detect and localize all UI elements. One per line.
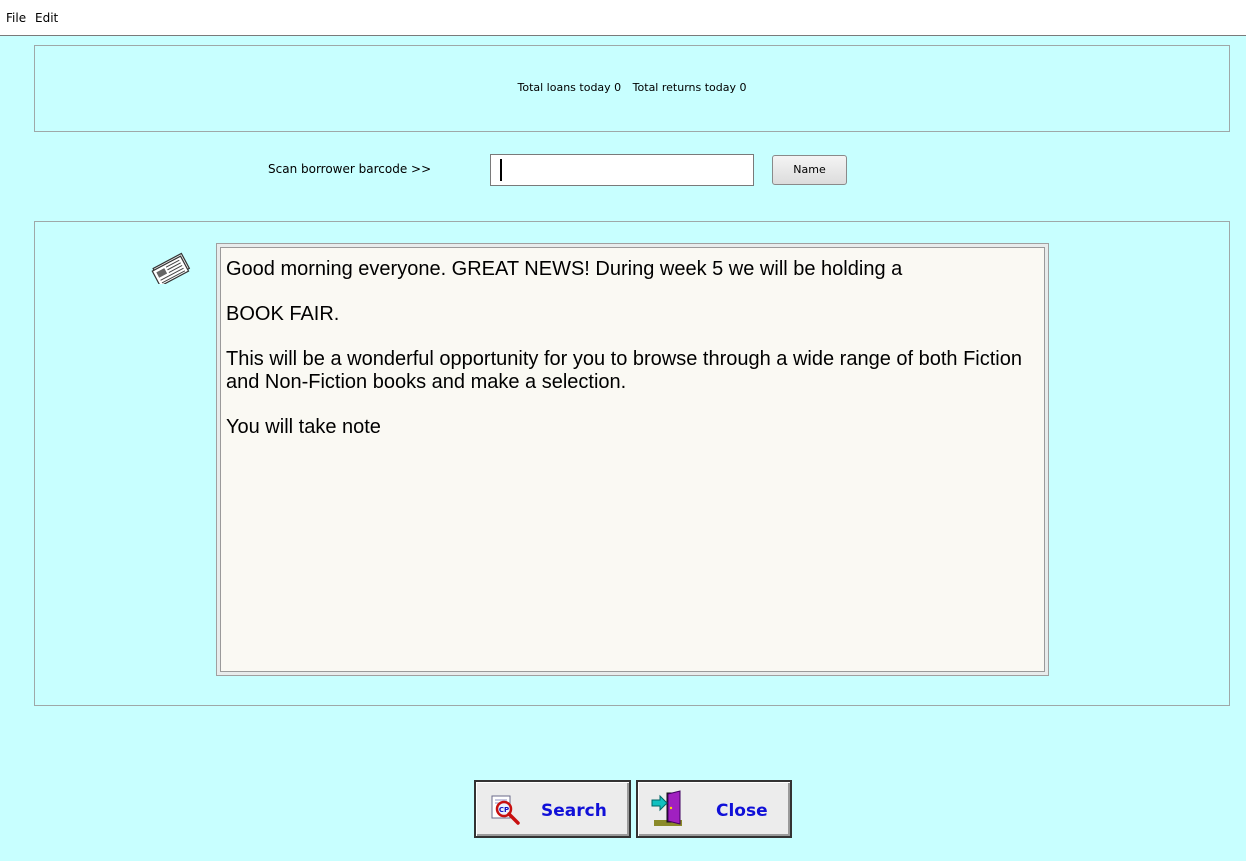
- total-loans-label: Total loans today 0: [517, 81, 622, 94]
- close-button[interactable]: Close: [636, 780, 792, 838]
- exit-door-icon: [651, 790, 682, 826]
- barcode-input[interactable]: [490, 154, 754, 186]
- total-returns-label: Total returns today 0: [632, 81, 747, 94]
- message-paragraph: This will be a wonderful opportunity for…: [226, 348, 1022, 393]
- stats-panel: Total loans today 0 Total returns today …: [34, 45, 1230, 132]
- text-caret: [500, 159, 502, 181]
- search-icon: CP: [491, 795, 520, 825]
- menu-bar: File Edit: [0, 0, 1246, 36]
- name-button[interactable]: Name: [772, 155, 847, 185]
- search-button-label: Search: [541, 801, 607, 821]
- search-button[interactable]: CP Search: [474, 780, 631, 838]
- svg-text:CP: CP: [499, 806, 509, 814]
- scan-barcode-label: Scan borrower barcode >>: [268, 162, 432, 176]
- message-text-area[interactable]: Good morning everyone. GREAT NEWS! Durin…: [216, 243, 1049, 676]
- newspaper-icon: [151, 252, 191, 284]
- menu-file[interactable]: File: [6, 0, 26, 36]
- stats-line: Total loans today 0 Total returns today …: [35, 81, 1229, 94]
- close-button-label: Close: [716, 801, 768, 821]
- message-paragraph: You will take note: [226, 416, 381, 438]
- message-paragraph: Good morning everyone. GREAT NEWS! Durin…: [226, 258, 903, 280]
- menu-edit[interactable]: Edit: [35, 0, 58, 36]
- message-paragraph: BOOK FAIR.: [226, 303, 340, 325]
